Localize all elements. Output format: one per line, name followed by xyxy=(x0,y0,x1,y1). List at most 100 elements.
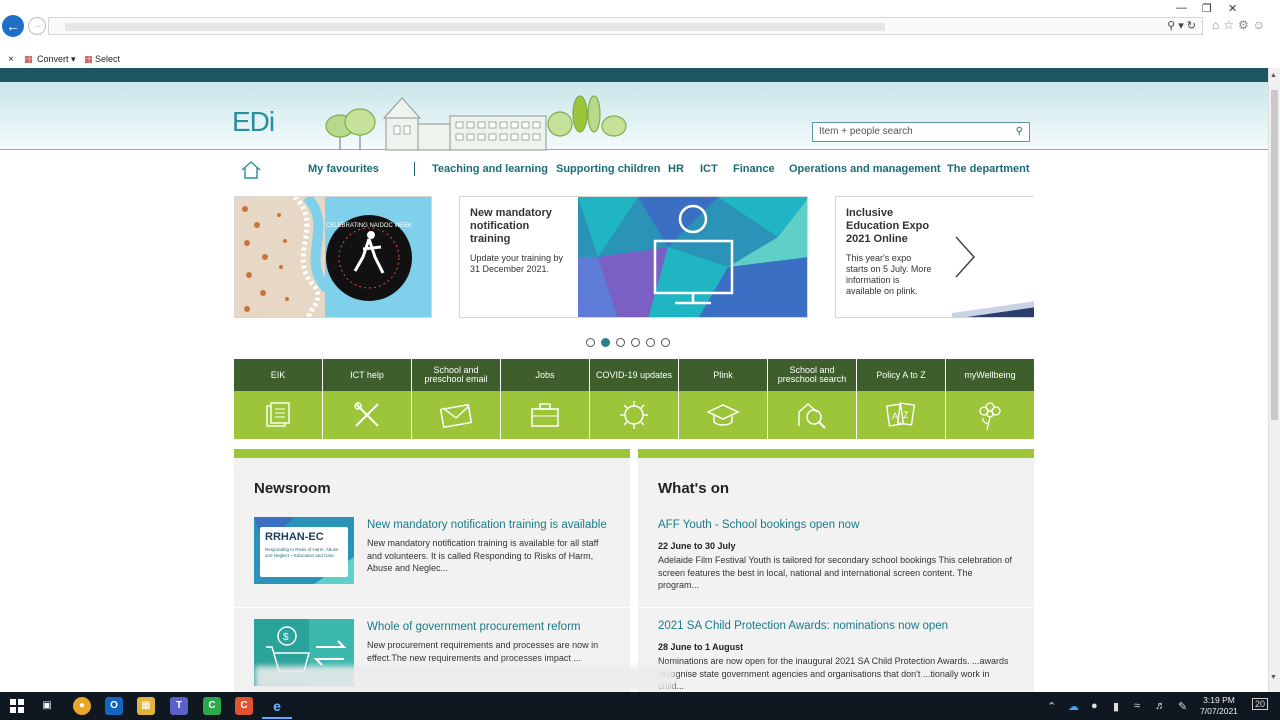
news-title[interactable]: New mandatory notification training is a… xyxy=(367,519,607,531)
carousel-dot-3[interactable] xyxy=(616,338,625,347)
tile-school-preschool-email[interactable]: School and preschool email xyxy=(412,359,500,439)
scroll-up-icon[interactable]: ▲ xyxy=(1270,72,1277,79)
nav-finance[interactable]: Finance xyxy=(733,163,775,175)
carousel-dot-2[interactable] xyxy=(601,338,610,347)
convert-button[interactable]: Convert xyxy=(37,54,69,64)
tile-policy-a-to-z[interactable]: Policy A to Z AZ xyxy=(857,359,945,439)
whats-on-panel: What's on AFF Youth - School bookings op… xyxy=(638,449,1034,709)
close-window-button[interactable]: ✕ xyxy=(1228,2,1237,15)
site-top-bar xyxy=(0,68,1268,82)
graduation-cap-icon xyxy=(679,391,767,439)
nav-operations-and-management[interactable]: Operations and management xyxy=(789,163,941,175)
svg-text:A: A xyxy=(892,411,898,421)
svg-text:Z: Z xyxy=(903,410,909,420)
carousel-dot-6[interactable] xyxy=(661,338,670,347)
tile-eik[interactable]: EIK xyxy=(234,359,322,439)
site-header: EDi Item + people search ⚲ xyxy=(0,82,1268,151)
command-bar: × ▦ Convert ▾ ▦ Select xyxy=(0,52,1280,67)
news-summary: New procurement requirements and process… xyxy=(367,640,599,663)
tile-label: Plink xyxy=(679,359,767,391)
carousel-dot-5[interactable] xyxy=(646,338,655,347)
whats-on-heading: What's on xyxy=(658,480,730,497)
convert-dropdown-icon[interactable]: ▾ xyxy=(71,54,76,65)
task-view-icon[interactable]: ▣ xyxy=(38,697,56,715)
tile-label: School and preschool search xyxy=(768,359,856,391)
close-bar-icon[interactable]: × xyxy=(8,54,14,65)
az-icon: AZ xyxy=(857,391,945,439)
search-icon[interactable]: ⚲ xyxy=(1016,126,1023,137)
event-title[interactable]: 2021 SA Child Protection Awards: nominat… xyxy=(658,620,948,632)
news-title[interactable]: Whole of government procurement reform xyxy=(367,621,580,633)
news-item[interactable]: RRHAN-EC Responding to Risks of Harm, Ab… xyxy=(254,517,614,597)
file-explorer-icon[interactable]: ▦ xyxy=(137,697,155,715)
vertical-scrollbar[interactable]: ▲ ▼ xyxy=(1268,68,1280,692)
tile-mywellbeing[interactable]: myWellbeing xyxy=(946,359,1034,439)
tile-school-preschool-search[interactable]: School and preschool search xyxy=(768,359,856,439)
select-button[interactable]: Select xyxy=(95,54,120,64)
newsroom-heading: Newsroom xyxy=(254,480,331,497)
browser-toolbar-icons[interactable]: ⌂☆⚙☺ xyxy=(1212,18,1269,32)
nav-my-favourites[interactable]: My favourites xyxy=(308,163,379,175)
volume-icon[interactable]: ♬ xyxy=(1155,700,1166,712)
clock-time: 3:19 PM xyxy=(1203,695,1235,705)
edi-logo[interactable]: EDi xyxy=(232,106,275,138)
internet-explorer-icon[interactable]: e xyxy=(268,697,286,715)
app-orange-icon[interactable]: C xyxy=(235,697,253,715)
search-input[interactable]: Item + people search ⚲ xyxy=(812,122,1030,142)
back-button[interactable]: ← xyxy=(2,15,24,37)
microphone-icon[interactable]: ● xyxy=(1091,700,1098,712)
event-summary: Nominations are now open for the inaugur… xyxy=(658,656,1009,691)
system-clock[interactable]: 3:19 PM 7/07/2021 xyxy=(1196,695,1242,717)
tile-label: EIK xyxy=(234,359,322,391)
carousel-dot-1[interactable] xyxy=(586,338,595,347)
tile-ict-help[interactable]: ICT help xyxy=(323,359,411,439)
windows-start-icon[interactable] xyxy=(10,699,24,713)
nav-ict[interactable]: ICT xyxy=(700,163,718,175)
onedrive-icon[interactable]: ☁ xyxy=(1068,700,1079,713)
divider xyxy=(638,607,1034,608)
carousel-card-inclusive-expo[interactable]: Inclusive Education Expo 2021 Online Thi… xyxy=(835,196,1034,318)
app-green-icon[interactable]: C xyxy=(203,697,221,715)
pen-icon[interactable]: ✎ xyxy=(1178,700,1187,713)
event-summary: Adelaide Film Festival Youth is tailored… xyxy=(658,555,1013,590)
nav-separator xyxy=(414,162,415,176)
scroll-down-icon[interactable]: ▼ xyxy=(1270,674,1277,681)
nav-teaching-and-learning[interactable]: Teaching and learning xyxy=(432,163,548,175)
teams-icon[interactable]: T xyxy=(170,697,188,715)
outlook-icon[interactable]: O xyxy=(105,697,123,715)
chevron-right-icon[interactable] xyxy=(952,235,978,279)
briefcase-icon xyxy=(501,391,589,439)
wifi-icon[interactable]: ≈ xyxy=(1134,700,1140,712)
nav-supporting-children[interactable]: Supporting children xyxy=(556,163,661,175)
home-icon[interactable] xyxy=(240,160,262,180)
address-bar[interactable]: ⚲ ▾ ↻ xyxy=(48,17,1203,35)
thumb-subtitle: Responding to Risks of Harm, Abuse and N… xyxy=(265,547,339,558)
tile-jobs[interactable]: Jobs xyxy=(501,359,589,439)
minimize-button[interactable]: — xyxy=(1176,2,1187,14)
news-summary: New mandatory notification training is a… xyxy=(367,538,599,573)
event-title[interactable]: AFF Youth - School bookings open now xyxy=(658,519,859,531)
news-thumbnail-rrhan[interactable]: RRHAN-EC Responding to Risks of Harm, Ab… xyxy=(254,517,354,584)
tile-label: myWellbeing xyxy=(946,359,1034,391)
tray-expand-icon[interactable]: ⌃ xyxy=(1047,700,1056,713)
forward-button[interactable]: → xyxy=(28,17,46,35)
chrome-icon[interactable]: ● xyxy=(73,697,91,715)
nav-the-department[interactable]: The department xyxy=(947,163,1030,175)
carousel-card-mandatory-training[interactable]: New mandatory notification training Upda… xyxy=(459,196,808,318)
restore-button[interactable]: ❐ xyxy=(1202,2,1212,15)
battery-icon[interactable]: ▮ xyxy=(1113,700,1119,713)
tile-plink[interactable]: Plink xyxy=(679,359,767,439)
tile-label: School and preschool email xyxy=(412,359,500,391)
windows-taskbar: ▣ ● O ▦ T C C e ⌃ ☁ ● ▮ ≈ ♬ ✎ 3:19 PM 7/… xyxy=(0,692,1280,720)
scrollbar-thumb[interactable] xyxy=(1271,90,1278,420)
carousel-dot-4[interactable] xyxy=(631,338,640,347)
notification-center-icon[interactable]: 20 xyxy=(1252,698,1269,710)
card-body: Update your training by 31 December 2021… xyxy=(470,253,564,274)
carousel-card-naidoc[interactable]: CELEBRATING NAIDOC WEEK xyxy=(234,196,432,318)
event-date: 28 June to 1 August xyxy=(658,642,744,652)
nav-hr[interactable]: HR xyxy=(668,163,684,175)
tile-label: Policy A to Z xyxy=(857,359,945,391)
address-search-refresh-icons[interactable]: ⚲ ▾ ↻ xyxy=(1167,18,1196,34)
tile-covid-updates[interactable]: COVID-19 updates xyxy=(590,359,678,439)
active-app-indicator xyxy=(262,717,292,719)
